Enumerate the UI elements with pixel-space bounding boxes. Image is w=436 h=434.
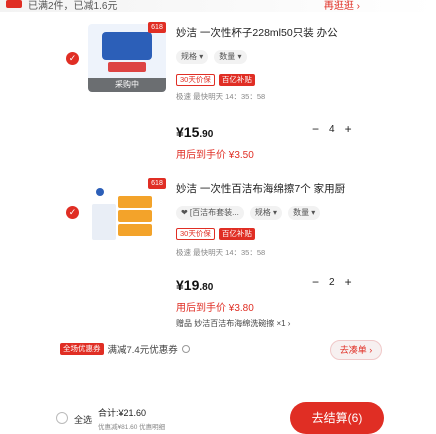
- gift-note-link[interactable]: 赠品 妙洁百洁布海绵洗碗擦 ×1 ›: [176, 318, 290, 329]
- after-discount-price: 用后到手价 ¥3.50: [176, 150, 254, 161]
- item-price: ¥15.90: [176, 124, 214, 140]
- checkout-button[interactable]: 去结算(6): [290, 402, 384, 434]
- top-status-bar: 已满2件，已减1.6元 再逛逛 ›: [0, 0, 436, 12]
- coupon-badge-icon: [6, 0, 22, 8]
- increase-button[interactable]: +: [345, 122, 352, 136]
- cart-item: ✓ 采购中 618 妙洁 一次性杯子228ml50只装 办公 规格 ▾ 数量 ▾…: [0, 20, 436, 161]
- product-thumbnail[interactable]: [88, 180, 166, 248]
- spec-selector[interactable]: 规格 ▾: [249, 206, 283, 220]
- delivery-info: 极速 最快明天 14：35：58: [176, 248, 266, 257]
- product-title[interactable]: 妙洁 一次性杯子228ml50只装 办公: [176, 25, 338, 40]
- product-title[interactable]: 妙洁 一次性百洁布海绵擦7个 家用厨: [176, 181, 345, 196]
- after-discount-price: 用后到手价 ¥3.80: [176, 303, 254, 314]
- subsidy-tag: 百亿补贴: [218, 228, 255, 240]
- delivery-info: 极速 最快明天 14：35：58: [176, 92, 266, 101]
- continue-shopping-link[interactable]: 再逛逛 ›: [324, 0, 360, 12]
- item-checkbox-checked[interactable]: ✓: [66, 206, 79, 219]
- go-add-items-button[interactable]: 去凑单 ›: [330, 340, 382, 360]
- promo-618-badge: 618: [148, 178, 166, 189]
- select-all-label[interactable]: 全选: [74, 413, 92, 426]
- cart-item: ✓ 618 妙洁 一次性百洁布海绵擦7个 家用厨 ❤ [百洁布套装... 规格 …: [0, 176, 436, 329]
- savings-detail-link[interactable]: 优惠减¥81.60 优惠明细: [98, 421, 165, 431]
- select-all-radio[interactable]: [56, 412, 68, 424]
- product-thumbnail[interactable]: 采购中: [88, 24, 166, 92]
- purchasing-label: 采购中: [88, 78, 166, 92]
- price-protect-tag: 30天价保: [176, 228, 215, 240]
- price-protect-tag: 30天价保: [176, 74, 215, 86]
- promo-618-badge: 618: [148, 22, 166, 33]
- variant-selector[interactable]: ❤ [百洁布套装...: [176, 206, 244, 220]
- coupon-badge: 全场优惠券: [60, 343, 104, 355]
- increase-button[interactable]: +: [345, 275, 352, 289]
- total-price: 合计:¥21.60: [98, 408, 147, 418]
- quantity-value[interactable]: 4: [329, 124, 335, 135]
- decrease-button[interactable]: −: [312, 122, 319, 136]
- decrease-button[interactable]: −: [312, 275, 319, 289]
- item-price: ¥19.80: [176, 277, 214, 293]
- quantity-value[interactable]: 2: [329, 277, 335, 288]
- quantity-selector[interactable]: 数量 ▾: [214, 50, 247, 64]
- coupon-text[interactable]: 满减7.4元优惠券: [108, 342, 178, 356]
- info-icon[interactable]: [181, 345, 190, 353]
- item-checkbox-checked[interactable]: ✓: [66, 52, 79, 65]
- spec-selector[interactable]: 规格 ▾: [176, 50, 209, 64]
- discount-summary: 已满2件，已减1.6元: [28, 1, 118, 12]
- quantity-selector[interactable]: 数量 ▾: [288, 206, 321, 220]
- quantity-stepper[interactable]: − 2 +: [312, 275, 352, 289]
- subsidy-tag: 百亿补贴: [218, 74, 255, 86]
- quantity-stepper[interactable]: − 4 +: [312, 122, 352, 136]
- checkout-bar: 全场优惠券 满减7.4元优惠券 去凑单 › 全选 合计:¥21.60 优惠减¥8…: [0, 338, 436, 434]
